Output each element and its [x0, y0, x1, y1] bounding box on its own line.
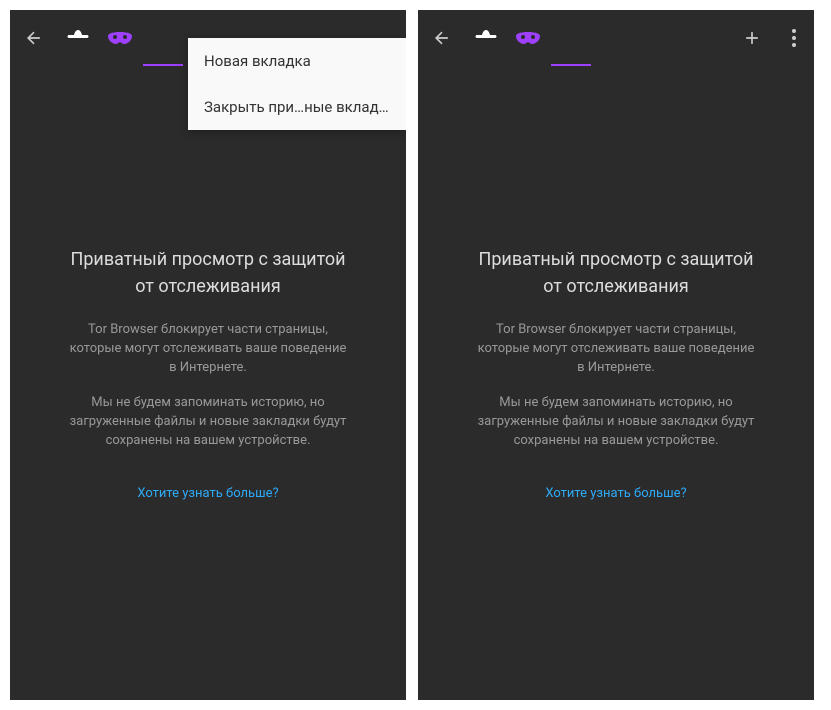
menu-item-new-tab[interactable]: Новая вкладка	[188, 38, 406, 84]
private-tab-icon[interactable]	[106, 24, 134, 52]
learn-more-link[interactable]: Хотите узнать больше?	[66, 486, 350, 501]
toolbar	[418, 10, 814, 66]
overflow-menu-button[interactable]	[782, 22, 806, 54]
right-screenshot: Приватный просмотр с защитой от отслежив…	[418, 10, 814, 700]
description-1: Tor Browser блокирует части страницы, ко…	[66, 320, 350, 377]
page-title: Приватный просмотр с защитой от отслежив…	[66, 246, 350, 300]
left-screenshot: Новая вкладка Закрыть при…ные вкладки Пр…	[10, 10, 406, 700]
page-title: Приватный просмотр с защитой от отслежив…	[474, 246, 758, 300]
active-tab-indicator	[551, 64, 591, 66]
back-button[interactable]	[426, 22, 458, 54]
dropdown-menu: Новая вкладка Закрыть при…ные вкладки	[188, 38, 406, 130]
private-tab-icon[interactable]	[514, 24, 542, 52]
description-1: Tor Browser блокирует части страницы, ко…	[474, 320, 758, 377]
active-tab-indicator	[143, 64, 183, 66]
description-2: Мы не будем запоминать историю, но загру…	[66, 393, 350, 450]
private-mode-content: Приватный просмотр с защитой от отслежив…	[10, 66, 406, 501]
regular-tab-icon[interactable]	[472, 24, 500, 52]
regular-tab-icon[interactable]	[64, 24, 92, 52]
back-button[interactable]	[18, 22, 50, 54]
add-tab-button[interactable]	[736, 22, 768, 54]
description-2: Мы не будем запоминать историю, но загру…	[474, 393, 758, 450]
private-mode-content: Приватный просмотр с защитой от отслежив…	[418, 66, 814, 501]
learn-more-link[interactable]: Хотите узнать больше?	[474, 486, 758, 501]
menu-item-close-tabs[interactable]: Закрыть при…ные вкладки	[188, 84, 406, 130]
